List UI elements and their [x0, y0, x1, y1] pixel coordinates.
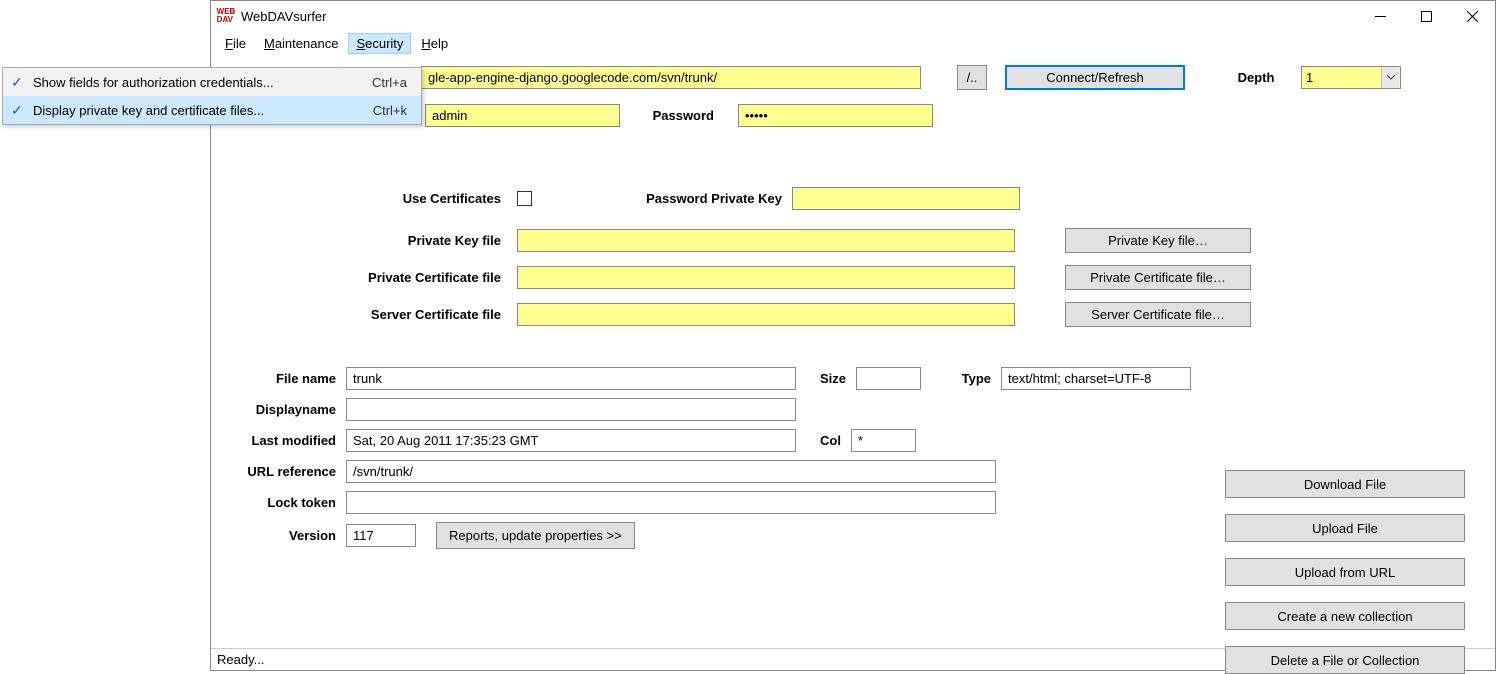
action-column: Download File Upload File Upload from UR…: [1225, 470, 1465, 674]
status-text: Ready...: [217, 652, 264, 667]
menu-item-label: Display private key and certificate file…: [33, 103, 373, 118]
urlreference-label: URL reference: [221, 464, 346, 479]
type-input[interactable]: [1001, 367, 1191, 390]
menu-help[interactable]: Help: [413, 33, 456, 54]
private-key-file-button[interactable]: Private Key file…: [1065, 228, 1251, 253]
app-icon: WEBDAV: [217, 7, 235, 25]
server-certificate-file-label: Server Certificate file: [221, 307, 511, 322]
password-label: Password: [634, 108, 724, 123]
minimize-button[interactable]: [1357, 1, 1403, 31]
menu-item-shortcut: Ctrl+k: [373, 103, 413, 118]
menu-display-key-cert-files[interactable]: ✓ Display private key and certificate fi…: [3, 96, 421, 124]
menubar: File Maintenance Security Help: [211, 31, 1495, 55]
window-controls: [1357, 1, 1495, 31]
url-input[interactable]: [421, 66, 921, 89]
type-label: Type: [941, 371, 1001, 386]
filename-label: File name: [221, 371, 346, 386]
menu-item-label: Show fields for authorization credential…: [33, 75, 372, 90]
password-private-key-label: Password Private Key: [582, 191, 792, 206]
depth-label: Depth: [1221, 70, 1301, 85]
private-key-file-input[interactable]: [517, 229, 1015, 252]
menu-show-auth-fields[interactable]: ✓ Show fields for authorization credenti…: [3, 68, 421, 96]
filename-input[interactable]: [346, 367, 796, 390]
connect-refresh-button[interactable]: Connect/Refresh: [1005, 65, 1185, 90]
close-button[interactable]: [1449, 1, 1495, 31]
titlebar: WEBDAV WebDAVsurfer: [211, 1, 1495, 31]
size-input[interactable]: [856, 367, 921, 390]
private-certificate-file-input[interactable]: [517, 266, 1015, 289]
version-label: Version: [221, 528, 346, 543]
server-certificate-file-button[interactable]: Server Certificate file…: [1065, 302, 1251, 327]
displayname-label: Displayname: [221, 402, 346, 417]
private-key-file-label: Private Key file: [221, 233, 511, 248]
create-collection-button[interactable]: Create a new collection: [1225, 602, 1465, 630]
private-certificate-file-button[interactable]: Private Certificate file…: [1065, 265, 1251, 290]
maximize-button[interactable]: [1403, 1, 1449, 31]
password-input[interactable]: [738, 104, 933, 127]
locktoken-label: Lock token: [221, 495, 346, 510]
lastmodified-input[interactable]: [346, 429, 796, 452]
check-icon: ✓: [11, 102, 33, 119]
userid-input[interactable]: [425, 104, 620, 127]
size-label: Size: [806, 371, 856, 386]
chevron-down-icon: [1381, 67, 1399, 88]
security-dropdown: ✓ Show fields for authorization credenti…: [2, 67, 422, 125]
col-label: Col: [806, 433, 851, 448]
displayname-input[interactable]: [346, 398, 796, 421]
depth-select[interactable]: 1: [1301, 66, 1401, 89]
main-content: /.. Connect/Refresh Depth 1 Authorizatio…: [211, 55, 1495, 648]
reports-button[interactable]: Reports, update properties >>: [436, 522, 635, 549]
col-input[interactable]: [851, 429, 916, 452]
download-file-button[interactable]: Download File: [1225, 470, 1465, 498]
depth-value: 1: [1306, 70, 1313, 85]
app-title: WebDAVsurfer: [241, 9, 327, 24]
menu-maintenance[interactable]: Maintenance: [256, 33, 346, 54]
upload-from-url-button[interactable]: Upload from URL: [1225, 558, 1465, 586]
server-certificate-file-input[interactable]: [517, 303, 1015, 326]
delete-button[interactable]: Delete a File or Collection: [1225, 646, 1465, 674]
lastmodified-label: Last modified: [221, 433, 346, 448]
use-certificates-label: Use Certificates: [221, 191, 511, 206]
use-certificates-checkbox[interactable]: [517, 191, 532, 206]
menu-item-shortcut: Ctrl+a: [372, 75, 413, 90]
up-button[interactable]: /..: [957, 65, 987, 90]
locktoken-input[interactable]: [346, 491, 996, 514]
urlreference-input[interactable]: [346, 460, 996, 483]
version-input[interactable]: [346, 524, 416, 547]
check-icon: ✓: [11, 74, 33, 91]
password-private-key-input[interactable]: [792, 187, 1020, 210]
upload-file-button[interactable]: Upload File: [1225, 514, 1465, 542]
menu-file[interactable]: File: [217, 33, 254, 54]
menu-security[interactable]: Security: [348, 33, 411, 54]
private-certificate-file-label: Private Certificate file: [221, 270, 511, 285]
